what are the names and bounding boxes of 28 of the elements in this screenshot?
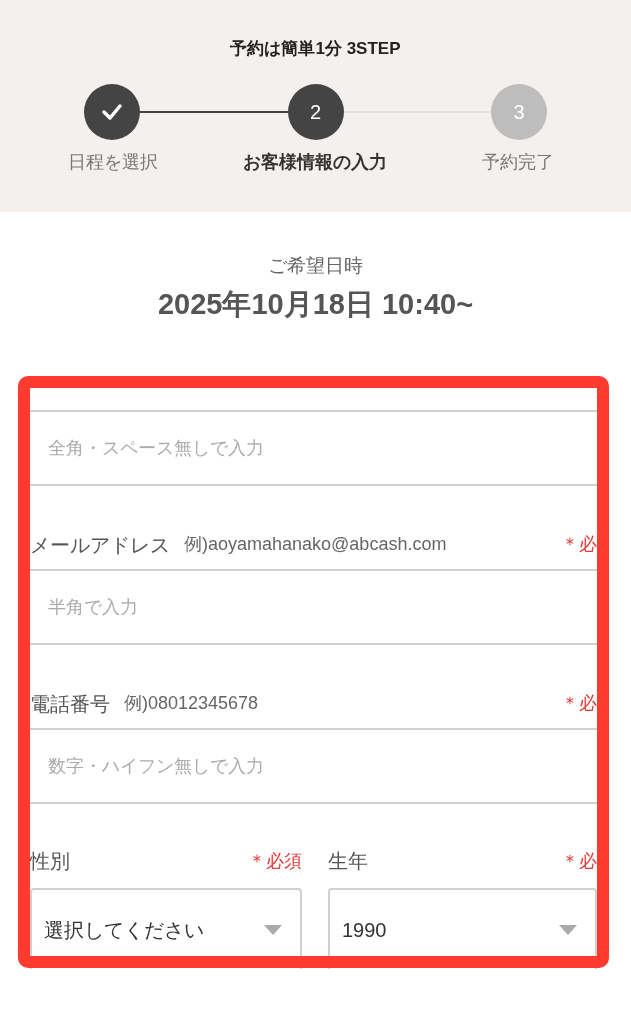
field-label: 電話番号	[30, 691, 110, 717]
select-dropdown[interactable]: 選択してください	[30, 888, 302, 969]
dropdown-arrow-icon	[559, 924, 577, 935]
required-mark: ＊必	[561, 533, 597, 556]
step-label: 日程を選択	[67, 151, 160, 174]
field-example: 例)08012345678	[124, 692, 259, 715]
text-input-field[interactable]: 半角で入力	[30, 569, 597, 645]
schedule-label: ご希望日時	[268, 254, 363, 278]
required-mark: ＊必須	[248, 849, 302, 873]
schedule-value: 2025年10月18日 10:40~	[157, 287, 474, 322]
steps-title: 予約は簡単1分 3STEP	[229, 38, 402, 60]
check-icon	[101, 103, 123, 121]
select-dropdown[interactable]: 1990	[328, 888, 597, 969]
field-label: メールアドレス	[30, 532, 170, 558]
field-label: 生年	[328, 849, 368, 874]
required-mark: ＊必	[561, 692, 597, 715]
step-label: お客様情報の入力	[242, 151, 389, 174]
field-example: 例)aoyamahanako@abcash.com	[184, 533, 447, 556]
field-label: 性別	[30, 849, 70, 874]
required-mark: ＊必	[561, 849, 597, 873]
step-number: 2	[309, 100, 322, 125]
text-input-field[interactable]: 全角・スペース無しで入力	[30, 410, 597, 486]
text-input-field[interactable]: 数字・ハイフン無しで入力	[30, 728, 597, 804]
select-value: 選択してください	[44, 917, 204, 943]
step-number: 3	[513, 100, 525, 125]
select-value: 1990	[342, 917, 387, 943]
dropdown-arrow-icon	[264, 924, 282, 935]
step-label: 予約完了	[480, 151, 555, 174]
